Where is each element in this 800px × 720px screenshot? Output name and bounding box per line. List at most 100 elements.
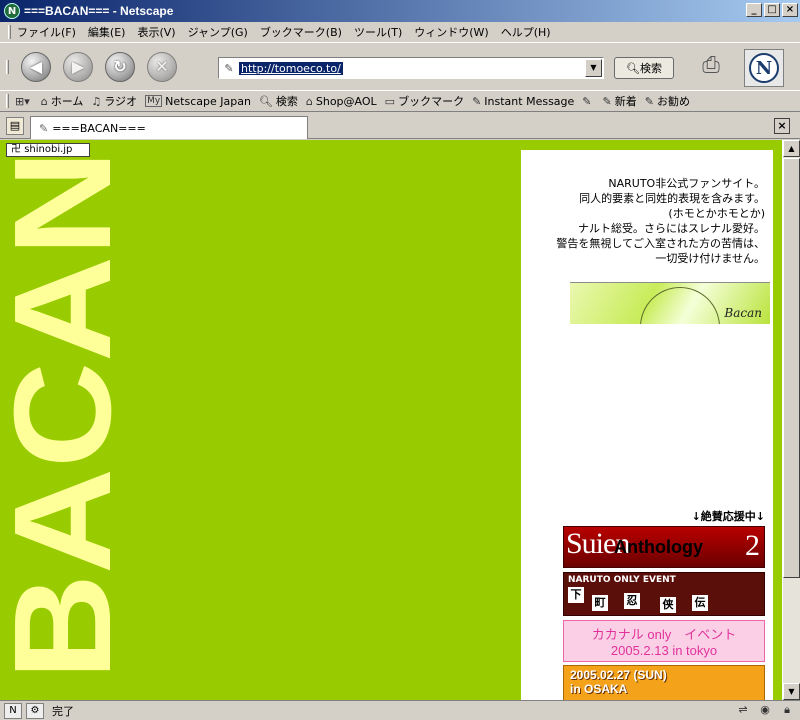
site-header-banner[interactable]: Bacan	[570, 282, 770, 324]
banner-kanji: 下	[568, 587, 584, 603]
menu-view[interactable]: 表示(V)	[137, 24, 175, 40]
banner-kanji: 忍	[624, 593, 640, 609]
shinobi-label: shinobi.jp	[24, 144, 73, 155]
toolbar-item-radio[interactable]: ♫ ラジオ	[91, 93, 137, 109]
notice-line: 警告を無視してご入室された方の苦情は、	[556, 237, 765, 250]
scroll-thumb[interactable]	[783, 158, 800, 578]
tab-label: ===BACAN===	[52, 121, 146, 135]
bookmark-icon: ✎	[472, 94, 482, 108]
site-logo: BACAN	[0, 140, 140, 700]
banner-osaka-line1: 2005.02.27 (SUN)	[570, 668, 667, 682]
site-logo-text: BACAN	[0, 150, 120, 680]
banner-anthology[interactable]: Suien Anthology 2	[563, 526, 765, 568]
site-notice: NARUTO非公式ファンサイト。 同人的要素と同姓的表現を含みます。 (ホモとか…	[556, 176, 765, 266]
menu-bookmarks[interactable]: ブックマーク(B)	[260, 24, 342, 40]
menu-file[interactable]: ファイル(F)	[17, 24, 76, 40]
page-content: BACAN 卍 shinobi.jp NARUTO非公式ファンサイト。 同人的要…	[0, 140, 782, 700]
search-button[interactable]: 🔍︎ 検索	[614, 57, 674, 79]
lock-icon[interactable]: 🔒︎	[778, 703, 796, 718]
bookmark-icon: ✎	[602, 94, 612, 108]
shinobi-icon: 卍	[11, 144, 21, 155]
notice-line: 同人的要素と同姓的表現を含みます。	[579, 192, 765, 205]
menu-help[interactable]: ヘルプ(H)	[501, 24, 551, 40]
tab-bacan[interactable]: ✎ ===BACAN===	[30, 116, 308, 139]
folder-icon: ▭	[384, 94, 396, 108]
toolbar-item-blank[interactable]: ✎	[582, 95, 594, 108]
page-icon: ✎	[39, 121, 49, 135]
banner-anthology-title: Anthology	[614, 537, 703, 557]
site-logo-svg: BACAN	[0, 150, 140, 680]
status-bar: N ⚙ 完了 ⇌ ◉ 🔒︎	[0, 700, 800, 720]
banner-osaka-event[interactable]: 2005.02.27 (SUN) in OSAKA	[563, 665, 765, 700]
home-icon: ⌂	[40, 94, 48, 108]
status-text: 完了	[52, 704, 74, 718]
forward-icon[interactable]: ▶	[63, 51, 93, 82]
online-status-icon[interactable]: ⚙	[26, 702, 44, 719]
character-illustration	[640, 287, 720, 324]
menu-edit[interactable]: 編集(E)	[88, 24, 126, 40]
toolbar-item-netscape-japan[interactable]: My Netscape Japan	[145, 95, 251, 108]
close-tab-icon[interactable]: ×	[774, 118, 790, 134]
reload-icon[interactable]: ↻	[105, 51, 135, 82]
banner-kakanaru-line2: 2005.2.13 in tokyo	[610, 643, 718, 658]
url-field[interactable]: ✎ http://tomoeco.to/ ▼	[218, 57, 604, 79]
connection-icon[interactable]: ⇌	[734, 703, 752, 718]
toolbar-item-new[interactable]: ✎ 新着	[603, 93, 637, 109]
toolbar-grip[interactable]	[8, 25, 11, 39]
support-heading: ↓絶賛応援中↓	[691, 510, 765, 523]
banner-naruto-only-event[interactable]: NARUTO ONLY EVENT 下 町 忍 侠 伝	[563, 572, 765, 616]
netscape-throbber-logo[interactable]: N	[744, 49, 784, 87]
toolbar-grip[interactable]	[6, 94, 9, 108]
toolbar-item-search[interactable]: 🔍︎ 検索	[259, 93, 298, 109]
tab-bar: ▤ ✎ ===BACAN=== ×	[0, 113, 800, 139]
toolbar-item-shop-aol[interactable]: ⌂ Shop@AOL	[306, 95, 377, 108]
banner-kanji: 侠	[660, 597, 676, 613]
toolbar-menu-icon[interactable]: ⊞▾	[15, 95, 33, 108]
print-icon[interactable]: ⎙	[696, 53, 726, 79]
scroll-down-icon[interactable]: ▼	[783, 683, 800, 700]
stop-icon[interactable]: ✕	[147, 51, 177, 82]
notice-line: NARUTO非公式ファンサイト。	[608, 177, 765, 190]
shinobi-counter-link[interactable]: 卍 shinobi.jp	[6, 143, 90, 157]
banner-kanji: 町	[592, 595, 608, 611]
close-button[interactable]: ×	[782, 3, 798, 17]
toolbar-item-instant-message[interactable]: ✎ Instant Message	[472, 95, 574, 108]
scroll-up-icon[interactable]: ▲	[783, 140, 800, 157]
popup-blocker-icon[interactable]: ◉	[756, 703, 774, 718]
menu-go[interactable]: ジャンプ(G)	[188, 24, 248, 40]
banner-kanji: 伝	[692, 595, 708, 611]
page-icon: ✎	[224, 61, 234, 75]
radio-icon: ♫	[91, 94, 102, 108]
search-button-label: 検索	[639, 62, 662, 75]
banner-osaka-line2: in OSAKA	[570, 682, 628, 696]
banner-kakanaru-line1: カカナル only イベント	[591, 627, 737, 642]
url-text[interactable]: http://tomoeco.to/	[239, 61, 343, 75]
banner-kakanaru-event[interactable]: カカナル only イベント 2005.2.13 in tokyo	[563, 620, 765, 662]
netscape-app-icon[interactable]: N	[4, 3, 20, 19]
url-dropdown-icon[interactable]: ▼	[585, 59, 602, 77]
new-tab-icon[interactable]: ▤	[6, 117, 24, 135]
my-icon: My	[145, 95, 163, 107]
shop-icon: ⌂	[305, 94, 313, 108]
security-icon[interactable]: N	[4, 702, 22, 719]
toolbar-item-home[interactable]: ⌂ ホーム	[41, 93, 84, 109]
menu-tools[interactable]: ツール(T)	[354, 24, 402, 40]
banner-signature: Bacan	[724, 306, 762, 320]
toolbar-item-bookmarks[interactable]: ▭ ブックマーク	[385, 93, 464, 109]
toolbar-item-recommend[interactable]: ✎ お勧め	[645, 93, 690, 109]
back-icon[interactable]: ◀	[21, 51, 51, 82]
notice-line: 一切受け付けません。	[655, 252, 765, 265]
search-icon: 🔍︎	[626, 61, 640, 75]
menu-window[interactable]: ウィンドウ(W)	[414, 24, 488, 40]
toolbar-grip[interactable]	[6, 59, 9, 74]
status-icons: ⇌ ◉ 🔒︎	[734, 703, 796, 718]
search-icon: 🔍︎	[258, 94, 273, 108]
window-controls: _ □ ×	[746, 3, 798, 17]
maximize-button[interactable]: □	[764, 3, 780, 17]
minimize-button[interactable]: _	[746, 3, 762, 17]
personal-toolbar: ⊞▾ ⌂ ホーム ♫ ラジオ My Netscape Japan 🔍︎ 検索 ⌂ Shop…	[0, 90, 800, 112]
menu-bar: ファイル(F) 編集(E) 表示(V) ジャンプ(G) ブックマーク(B) ツー…	[0, 22, 800, 42]
notice-line: ナルト総受。さらにはスレナル愛好。	[578, 222, 765, 235]
navigation-toolbar: ◀ ▶ ↻ ✕ ✎ http://tomoeco.to/ ▼ 🔍︎ 検索 ⎙ N	[0, 42, 800, 90]
vertical-scrollbar[interactable]: ▲ ▼	[782, 140, 800, 700]
